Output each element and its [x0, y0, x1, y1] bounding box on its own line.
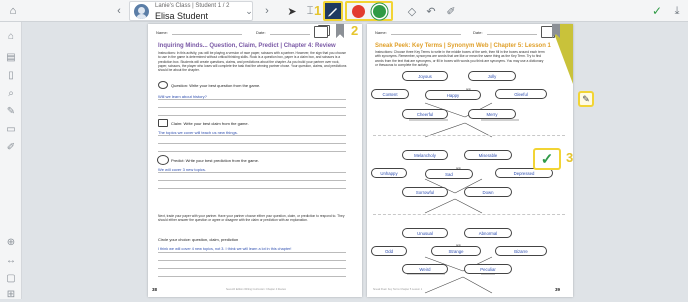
synonym-box[interactable]: Melancholy — [402, 150, 448, 160]
circle-choice-answer: I think we will cover 4 new topics, not … — [158, 247, 292, 251]
key-term-box[interactable]: Strange — [431, 246, 481, 256]
home-icon[interactable]: ⌂ — [4, 2, 22, 20]
synonym-box[interactable]: Abnormal — [464, 228, 512, 238]
callout-3: 3 — [566, 150, 574, 165]
top-toolbar: ⌂ ‹ Lanie's Class | Student 1 / 2 Elisa … — [0, 0, 688, 22]
notes-icon[interactable]: ▭ — [3, 121, 19, 137]
synonym-box[interactable]: Unhappy — [371, 168, 407, 178]
page-number: 38 — [152, 287, 158, 292]
paper-icon — [158, 119, 168, 127]
fit-page-icon[interactable]: ▢ — [3, 270, 19, 286]
synonym-box[interactable]: Unusual — [402, 228, 448, 238]
key-term-box[interactable]: Sad — [425, 169, 473, 179]
question-label: Question: Write your best question from … — [171, 83, 261, 88]
synonym-box[interactable]: Gleeful — [495, 89, 547, 99]
claim-label: Claim: Write your best claim from the ga… — [171, 121, 249, 126]
eraser-icon[interactable]: ◇ — [403, 2, 421, 20]
pen-icon — [328, 8, 337, 17]
synonym-box[interactable]: Sorrowful — [402, 187, 448, 197]
student-selector[interactable]: Lanie's Class | Student 1 / 2 Elisa Stud… — [129, 1, 253, 21]
annotation-icon[interactable]: ✎ — [3, 103, 19, 119]
next-student-button[interactable]: › — [258, 2, 276, 20]
fit-width-icon[interactable]: ↔ — [3, 252, 19, 268]
left-sidebar: ⌂ ▤ ▯ ⌕ ✎ ▭ ✐ ⊕ ↔ ▢ ⊞ — [0, 22, 22, 302]
clear-annotations-icon[interactable]: ✐ — [442, 2, 460, 20]
synonym-box[interactable]: Down — [464, 187, 512, 197]
teacher-comment-icon[interactable]: ✎ — [578, 91, 594, 107]
callout-1: 1 — [314, 3, 322, 18]
printer-icon[interactable] — [314, 26, 328, 38]
home-icon[interactable]: ⌂ — [3, 28, 19, 44]
synonym-box[interactable]: Bizarre — [495, 246, 547, 256]
callout-2: 2 — [351, 23, 359, 38]
correct-check-mark[interactable]: ✓ — [533, 148, 561, 170]
synonym-box[interactable]: Peculiar — [464, 264, 512, 274]
page-footer: Seventh Edition Writing Curriculum: Chap… — [226, 288, 286, 291]
submit-check-icon[interactable]: ✓ — [648, 2, 666, 20]
grid-view-icon[interactable]: ⊞ — [3, 286, 19, 302]
undo-icon[interactable]: ↶ — [422, 2, 440, 20]
red-color-swatch[interactable] — [352, 5, 365, 18]
zoom-in-icon[interactable]: ⊕ — [3, 234, 19, 250]
synonym-box[interactable]: Weird — [402, 264, 448, 274]
bookmark-icon[interactable]: ▯ — [3, 67, 19, 83]
instructions: Instructions: In this activity, you will… — [158, 51, 347, 73]
highlighter-icon[interactable]: ✐ — [3, 139, 19, 155]
synonym-box[interactable]: Jolly — [468, 71, 516, 81]
synonym-box[interactable]: Content — [371, 89, 409, 99]
left-worksheet-page: Name: Date: Inquiring Minds... Question,… — [148, 24, 362, 297]
class-label: Lanie's Class — [155, 3, 191, 9]
circle-choice-label: Circle your choice: question, claim, pre… — [158, 237, 239, 242]
synonym-box[interactable]: Miserable — [464, 150, 512, 160]
synonym-box[interactable]: Cheerful — [402, 109, 448, 119]
pointer-icon[interactable]: ➤ — [283, 2, 301, 20]
key-term-box[interactable]: Happy — [425, 90, 481, 100]
page-number: 39 — [555, 287, 561, 292]
pen-tool-button[interactable] — [323, 1, 343, 21]
synonym-box[interactable]: Joyous — [402, 71, 448, 81]
previous-student-button[interactable]: ‹ — [110, 2, 128, 20]
color-picker — [345, 1, 393, 21]
synonym-box[interactable]: Merry — [468, 109, 516, 119]
date-label: Date: — [256, 30, 266, 35]
student-name: Elisa Student — [155, 11, 209, 21]
synonym-box[interactable]: Odd — [371, 246, 407, 256]
next-instructions: Next, trade your paper with your partner… — [158, 214, 345, 223]
download-icon[interactable]: ⤓ — [668, 2, 686, 20]
student-index: Student 1 / 2 — [195, 3, 230, 9]
page-title: Inquiring Minds... Question, Claim, Pred… — [158, 43, 336, 49]
predict-label: Predict: Write your best prediction from… — [171, 158, 259, 163]
green-color-swatch[interactable] — [373, 5, 386, 18]
pages-icon[interactable]: ▤ — [3, 49, 19, 65]
rock-icon — [158, 81, 168, 89]
scissors-icon — [157, 155, 169, 165]
name-label: Name: — [156, 30, 168, 35]
chevron-down-icon[interactable]: ⌄ — [240, 2, 258, 20]
search-icon[interactable]: ⌕ — [3, 85, 19, 101]
avatar — [134, 4, 149, 19]
page-footer: Sneak Peek: Key Terms Chapter 5 Lesson 1 — [373, 288, 423, 291]
